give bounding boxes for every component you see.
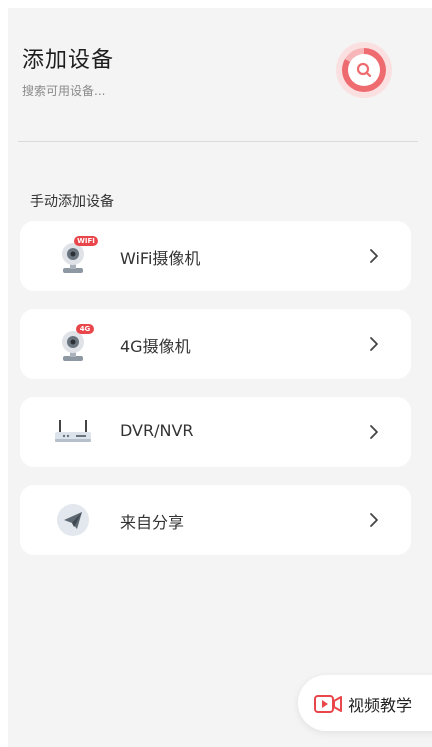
search-status-text: 搜索可用设备... [22,84,106,98]
video-tutorial-label: 视频教学 [348,696,413,715]
page-title: 添加设备 [22,48,115,73]
video-tutorial-button[interactable]: 视频教学 [298,675,432,731]
wifi-camera-icon: WIFI [52,234,98,278]
wifi-badge: WIFI [74,236,98,246]
device-label-dvr-nvr: DVR/NVR [120,421,194,440]
4g-badge: 4G [76,324,94,334]
search-progress-indicator[interactable] [336,42,392,98]
video-icon [314,695,342,713]
paper-plane-icon [52,498,96,542]
recorder-icon [52,410,96,454]
device-card-dvr-nvr[interactable]: DVR/NVR [20,397,411,467]
device-label-from-share: 来自分享 [120,513,185,532]
device-card-from-share[interactable]: 来自分享 [20,485,411,555]
4g-camera-icon: 4G [52,322,96,366]
device-label-wifi-camera: WiFi摄像机 [120,249,201,268]
section-title: 手动添加设备 [30,194,114,210]
chevron-right-icon [370,337,378,351]
chevron-right-icon [370,425,378,439]
chevron-right-icon [370,249,378,263]
device-card-4g-camera[interactable]: 4G 4G摄像机 [20,309,411,379]
header-divider [18,141,418,142]
left-edge [0,0,8,747]
chevron-right-icon [370,513,378,527]
device-label-4g-camera: 4G摄像机 [120,337,191,356]
search-icon [356,62,372,78]
device-card-wifi-camera[interactable]: WIFI WiFi摄像机 [20,221,411,291]
top-strip [0,0,432,8]
